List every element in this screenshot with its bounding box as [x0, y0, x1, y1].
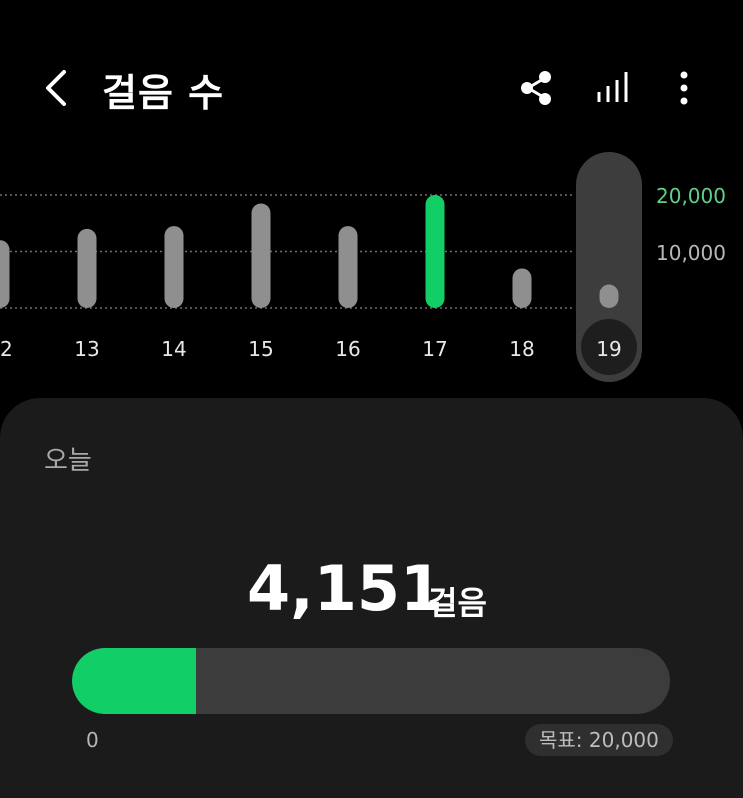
y-tick-label-20000: 20,000 [656, 184, 726, 208]
share-icon [521, 71, 551, 105]
bar-14[interactable] [164, 226, 184, 308]
x-tick-label-14: 14 [161, 337, 186, 361]
x-tick-label-19: 19 [596, 337, 621, 361]
app-header: 걸음 수 [0, 0, 743, 175]
x-tick-label-16: 16 [335, 337, 360, 361]
steps-count: 4,151 [247, 552, 444, 625]
y-tick-label-10000: 10,000 [656, 241, 726, 265]
page-title: 걸음 수 [102, 71, 225, 115]
progress-fill [72, 648, 197, 714]
goal-progress-bar [72, 648, 670, 714]
bar-12[interactable] [0, 240, 10, 308]
goal-badge: 목표: 20,000 [525, 724, 673, 756]
share-button[interactable] [514, 66, 558, 110]
more-options-button[interactable] [662, 66, 706, 110]
x-tick-label-15: 15 [248, 337, 273, 361]
statistics-button[interactable] [590, 66, 634, 110]
bar-18[interactable] [512, 268, 532, 308]
daily-steps-chart[interactable]: 12 13 14 15 16 17 18 19 20,000 10,000 [0, 150, 743, 390]
bar-15[interactable] [251, 203, 271, 308]
today-label: 오늘 [44, 446, 92, 476]
bar-19[interactable] [599, 284, 619, 308]
bar-16[interactable] [338, 226, 358, 308]
x-tick-label-13: 13 [74, 337, 99, 361]
back-arrow-icon [46, 70, 66, 106]
more-vertical-icon [680, 71, 688, 105]
back-button[interactable] [40, 66, 74, 110]
x-tick-label-18: 18 [509, 337, 534, 361]
progress-min-label: 0 [86, 728, 99, 752]
bar-13[interactable] [77, 228, 97, 308]
steps-unit: 걸음 [428, 584, 487, 622]
x-tick-label-12: 12 [0, 337, 13, 361]
bar-chart-icon [597, 72, 628, 102]
bar-17[interactable] [425, 195, 445, 308]
chart-svg: 12 13 14 15 16 17 18 19 [0, 152, 642, 382]
x-tick-label-17: 17 [422, 337, 447, 361]
